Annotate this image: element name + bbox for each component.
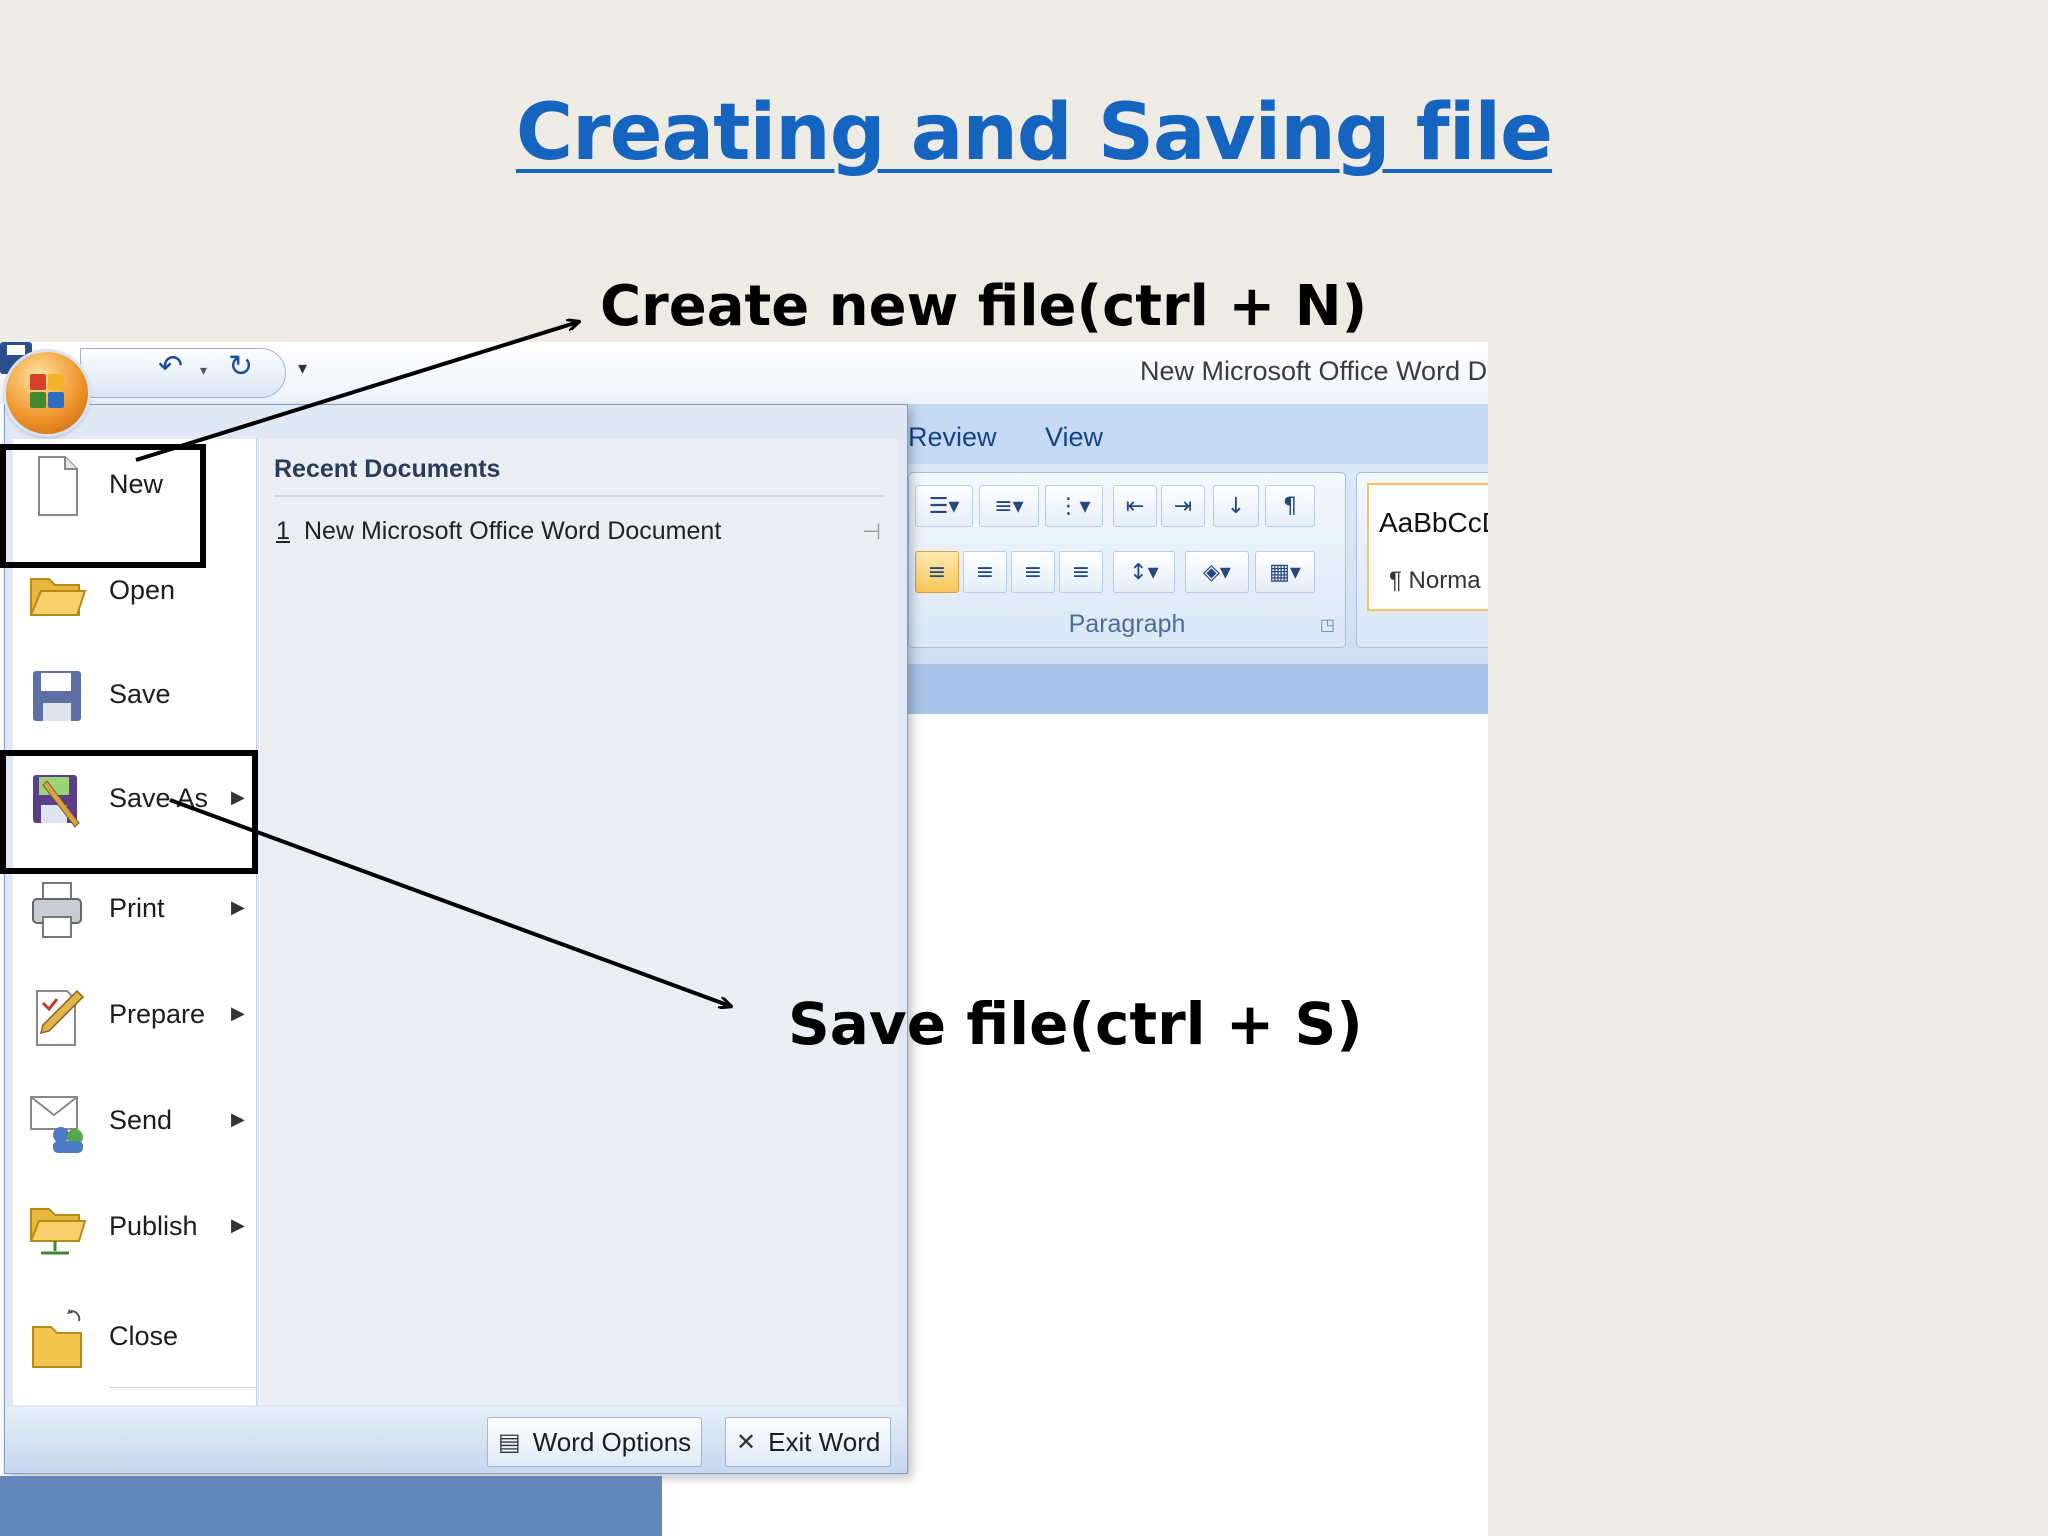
numbering-icon[interactable]: ≡▾ [979,485,1039,527]
style-normal-tile[interactable]: AaBbCcD ¶ Norma [1367,483,1488,611]
recent-documents-header: Recent Documents [274,455,501,483]
exit-word-button[interactable]: ✕ Exit Word [725,1417,892,1467]
menu-item-print[interactable]: Print ▶ [13,863,257,955]
menu-item-close[interactable]: Close [13,1291,257,1383]
menu-item-save[interactable]: Save [13,649,257,741]
callout-create-new: Create new file(ctrl + N) [600,274,1368,339]
justify-icon[interactable]: ≡ [1059,551,1103,593]
align-left-icon[interactable]: ≡ [915,551,959,593]
style-sample-text: AaBbCcD [1379,507,1488,538]
dialog-launcher-icon[interactable]: ◳ [1320,615,1335,635]
menu-item-prepare[interactable]: Prepare ▶ [13,969,257,1061]
recent-divider [274,495,884,497]
menu-item-publish[interactable]: Publish ▶ [13,1181,257,1273]
bullets-icon[interactable]: ☰▾ [915,485,973,527]
menu-separator [109,1387,257,1388]
printer-icon [32,882,82,938]
paragraph-group-label: Paragraph [1068,610,1186,638]
shading-icon[interactable]: ◈▾ [1185,551,1249,593]
ribbon: Review View ☰▾ ≡▾ ⋮▾ ⇤ ⇥ ↓ ¶ ≡ ≡ ≡ ≡ ↕▾ … [900,404,1488,714]
menu-item-label: Publish [109,1211,198,1241]
exit-word-label: Exit Word [768,1426,881,1457]
paragraph-group: ☰▾ ≡▾ ⋮▾ ⇤ ⇥ ↓ ¶ ≡ ≡ ≡ ≡ ↕▾ ◈▾ ▦▾ Paragr… [908,472,1346,648]
tab-view[interactable]: View [1045,422,1103,453]
menu-item-label: Send [109,1105,173,1135]
taskbar-strip [0,1476,662,1536]
send-icon [30,1096,83,1153]
menu-item-send[interactable]: Send ▶ [13,1075,257,1167]
office-logo-icon [30,374,66,410]
menu-item-label: Print [109,893,165,923]
highlight-box-new [0,444,206,568]
align-center-icon[interactable]: ≡ [963,551,1007,593]
close-folder-icon [32,1309,82,1368]
recent-document-number: 1 [276,517,290,545]
callout-save-file: Save file(ctrl + S) [788,990,1363,1058]
exit-icon: ✕ [736,1428,757,1456]
submenu-arrow-icon: ▶ [231,897,245,917]
word-options-button[interactable]: ▤ Word Options [487,1417,703,1467]
command-list: New Open Save Save As ▶ Print ▶ Prepare … [13,439,257,1405]
borders-icon[interactable]: ▦▾ [1255,551,1315,593]
slide-title: Creating and Saving file [515,88,1553,178]
menu-item-label: Save [109,679,171,709]
multilevel-list-icon[interactable]: ⋮▾ [1045,485,1103,527]
submenu-arrow-icon: ▶ [231,1003,245,1023]
menu-footer: ▤ Word Options ✕ Exit Word [5,1407,907,1473]
word-options-icon: ▤ [498,1428,521,1456]
recent-document-name: New Microsoft Office Word Document [304,517,722,545]
tab-review[interactable]: Review [908,422,997,453]
submenu-arrow-icon: ▶ [231,1109,245,1129]
quick-access-toolbar: ↶ ▾ ↻ ▾ New Microsoft Office Word Do [0,342,1488,404]
office-button[interactable] [6,352,88,434]
word-options-label: Word Options [532,1426,692,1457]
pin-icon[interactable]: ⊣ [862,519,881,545]
menu-item-label: Prepare [109,999,206,1029]
show-formatting-marks-icon[interactable]: ¶ [1265,485,1315,527]
window-title: New Microsoft Office Word Do [1140,356,1488,386]
submenu-arrow-icon: ▶ [231,1215,245,1235]
recent-documents-pane: Recent Documents 1 New Microsoft Office … [259,439,899,1405]
line-spacing-icon[interactable]: ↕▾ [1113,551,1175,593]
open-folder-icon [29,578,87,616]
undo-dropdown-icon[interactable]: ▾ [200,362,207,379]
sort-icon[interactable]: ↓ [1213,485,1259,527]
highlight-box-save-as [0,750,258,874]
redo-icon[interactable]: ↻ [228,352,253,382]
menu-item-label: Close [109,1321,179,1351]
increase-indent-icon[interactable]: ⇥ [1161,485,1205,527]
styles-group: AaBbCcD ¶ Norma [1356,472,1488,648]
prepare-icon [36,989,85,1046]
publish-icon [29,1208,87,1255]
align-right-icon[interactable]: ≡ [1011,551,1055,593]
menu-item-label: Open [109,575,176,605]
undo-icon[interactable]: ↶ [158,352,183,382]
style-name: ¶ Norma [1389,567,1481,594]
decrease-indent-icon[interactable]: ⇤ [1113,485,1157,527]
word-window-screenshot: ↶ ▾ ↻ ▾ New Microsoft Office Word Do Rev… [0,342,1488,1536]
save-disk-icon [33,671,81,721]
customize-toolbar-icon[interactable]: ▾ [298,358,307,379]
